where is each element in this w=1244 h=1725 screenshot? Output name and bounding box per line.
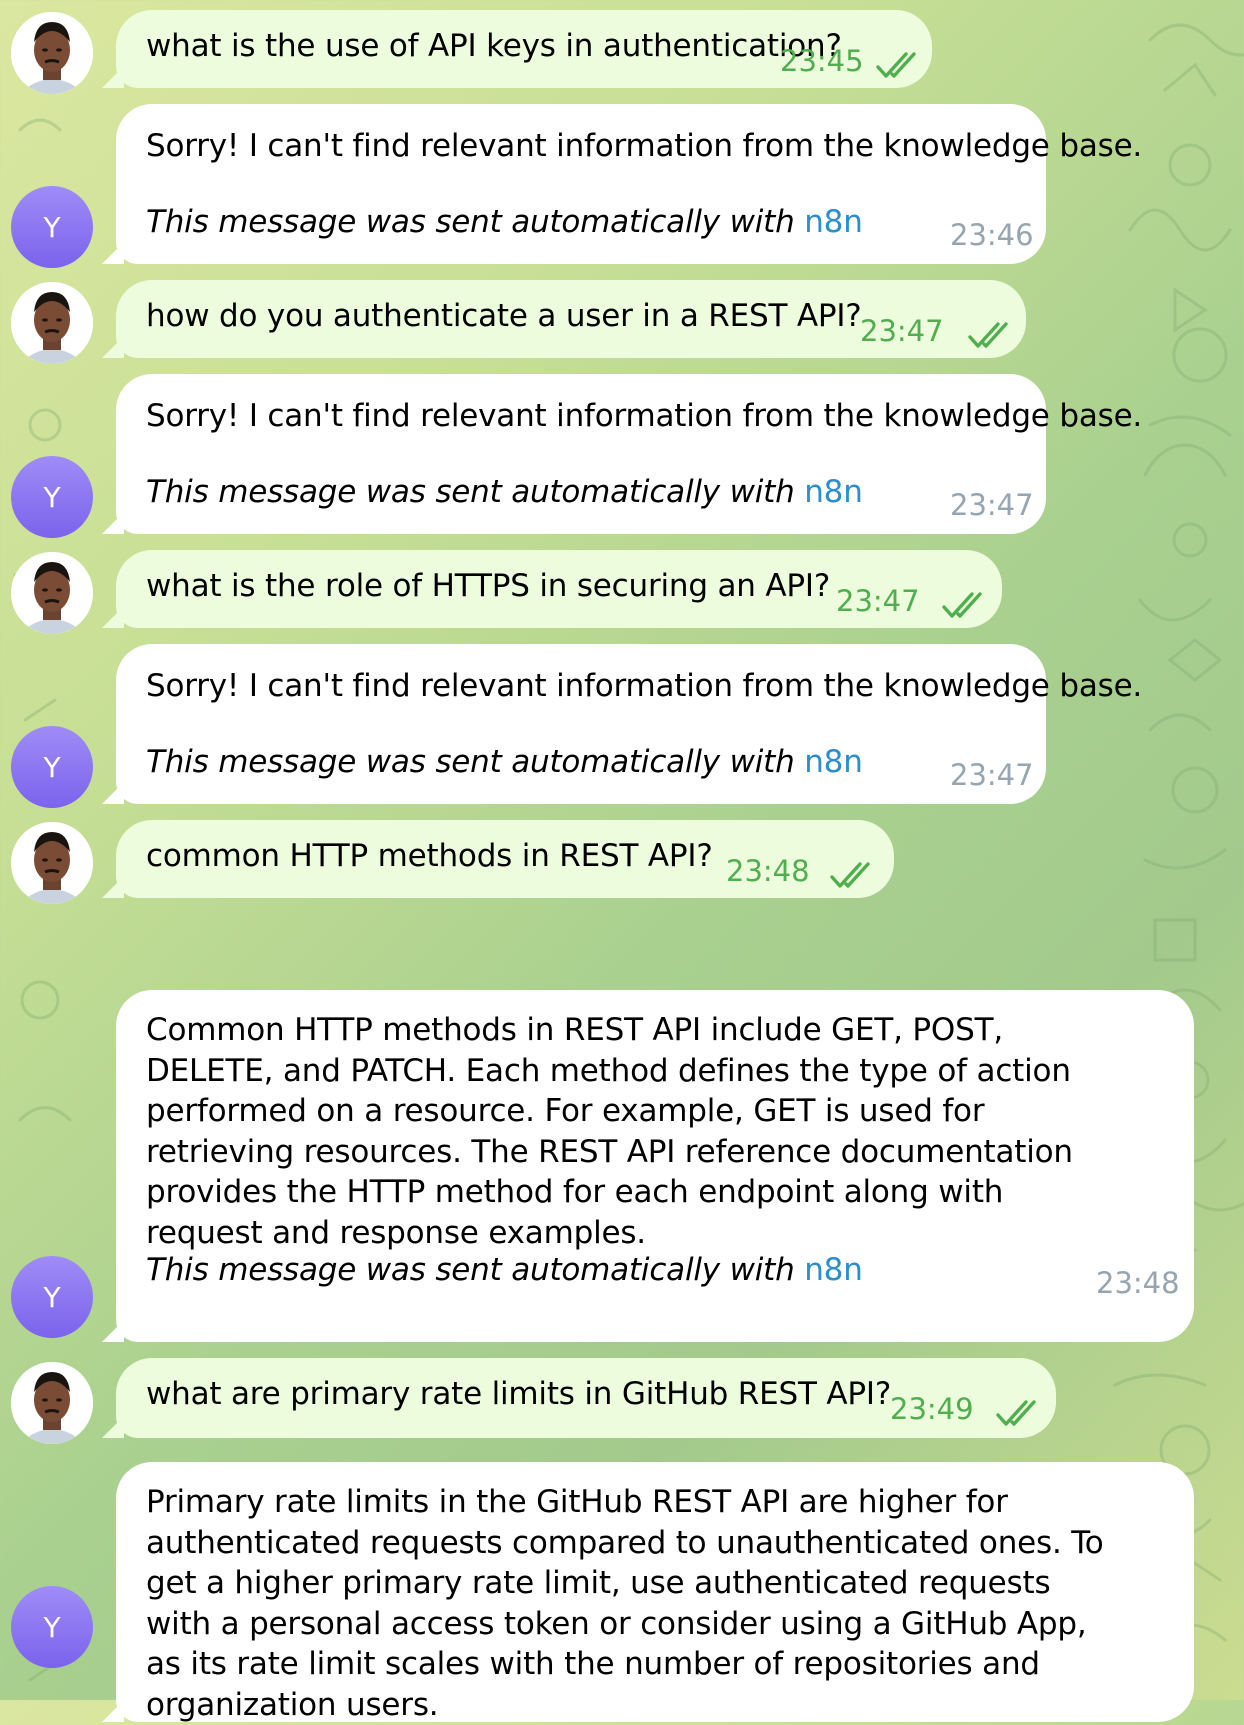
chat-message-list[interactable]: what is the use of API keys in authentic… [0,0,1244,1723]
user-photo-icon [11,552,93,634]
user-photo-icon [11,12,93,94]
message-text: what is the role of HTTPS in securing an… [146,568,831,604]
outgoing-message-bubble[interactable]: what are primary rate limits in GitHub R… [116,1358,1056,1438]
outgoing-message-bubble[interactable]: how do you authenticate a user in a REST… [116,280,1026,358]
auto-sent-note-text: This message was sent automatically with [146,1252,805,1288]
bot-avatar-letter: Y [43,1610,61,1644]
user-avatar[interactable] [11,552,93,634]
bot-avatar-letter: Y [43,1280,61,1314]
auto-sent-note: This message was sent automatically with… [146,204,863,240]
double-check-icon [968,322,1008,348]
message-time: 23:47 [950,488,1034,522]
n8n-link[interactable]: n8n [804,1252,863,1288]
message-text: how do you authenticate a user in a REST… [146,298,862,334]
message-text: Sorry! I can't find relevant information… [146,398,1143,434]
bot-avatar-letter: Y [43,480,61,514]
auto-sent-note: This message was sent automatically with… [146,474,863,510]
message-text: Sorry! I can't find relevant information… [146,668,1143,704]
bot-avatar[interactable]: Y [11,456,93,538]
double-check-icon [876,52,916,78]
message-text: what are primary rate limits in GitHub R… [146,1376,892,1412]
bot-avatar[interactable]: Y [11,1586,93,1668]
user-avatar[interactable] [11,12,93,94]
bot-avatar-letter: Y [43,210,61,244]
auto-sent-note-text: This message was sent automatically with [146,474,805,510]
message-text: Sorry! I can't find relevant information… [146,128,1143,164]
incoming-message-bubble[interactable]: Primary rate limits in the GitHub REST A… [116,1462,1194,1723]
incoming-message-bubble[interactable]: Sorry! I can't find relevant information… [116,644,1142,804]
bot-avatar[interactable]: Y [11,1256,93,1338]
message-time: 23:49 [890,1392,974,1426]
auto-sent-note-text: This message was sent automatically with [146,744,805,780]
bot-avatar[interactable]: Y [11,726,93,808]
incoming-message-bubble[interactable]: Common HTTP methods in REST API include … [116,990,1194,1342]
user-photo-icon [11,1362,93,1444]
message-time: 23:47 [860,314,944,348]
outgoing-message-bubble[interactable]: common HTTP methods in REST API? 23:48 [116,820,894,898]
n8n-link[interactable]: n8n [804,744,863,780]
user-avatar[interactable] [11,1362,93,1444]
outgoing-message-bubble[interactable]: what is the role of HTTPS in securing an… [116,550,1002,628]
message-time: 23:47 [836,584,920,618]
message-text: what is the use of API keys in authentic… [146,28,842,64]
message-time: 23:47 [950,758,1034,792]
double-check-icon [996,1400,1036,1426]
auto-sent-note: This message was sent automatically with… [146,744,863,780]
message-text: common HTTP methods in REST API? [146,838,713,874]
bot-avatar[interactable]: Y [11,186,93,268]
message-time: 23:46 [950,218,1034,252]
user-photo-icon [11,822,93,904]
n8n-link[interactable]: n8n [804,474,863,510]
user-avatar[interactable] [11,822,93,904]
message-time: 23:48 [1096,1266,1180,1300]
message-time: 23:48 [726,854,810,888]
message-text: Common HTTP methods in REST API include … [146,1012,1073,1251]
double-check-icon [830,862,870,888]
message-text: Primary rate limits in the GitHub REST A… [146,1484,1104,1723]
message-time: 23:45 [780,44,864,78]
auto-sent-note: This message was sent automatically with… [146,1252,863,1288]
incoming-message-bubble[interactable]: Sorry! I can't find relevant information… [116,104,1142,264]
outgoing-message-bubble[interactable]: what is the use of API keys in authentic… [116,10,932,88]
user-avatar[interactable] [11,282,93,364]
user-photo-icon [11,282,93,364]
double-check-icon [942,592,982,618]
n8n-link[interactable]: n8n [804,204,863,240]
auto-sent-note-text: This message was sent automatically with [146,204,805,240]
incoming-message-bubble[interactable]: Sorry! I can't find relevant information… [116,374,1142,534]
bot-avatar-letter: Y [43,750,61,784]
